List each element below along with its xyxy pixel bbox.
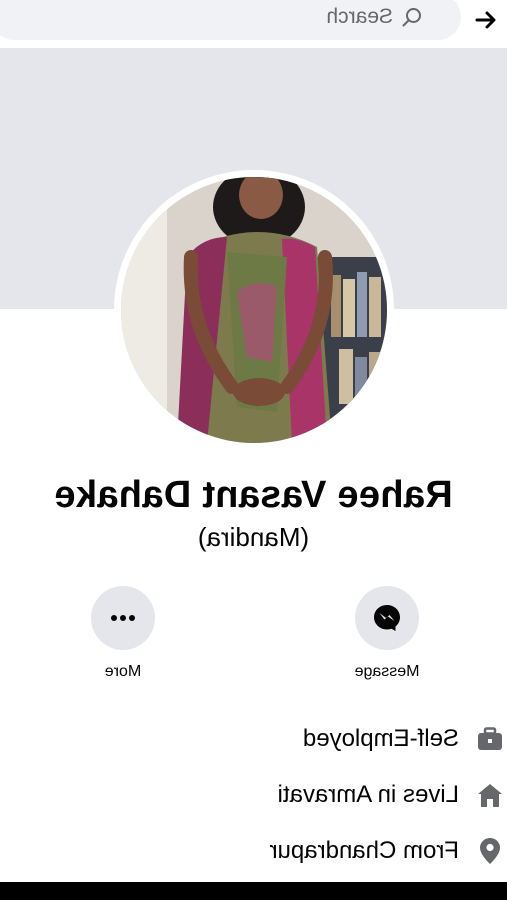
detail-from-text: From Chandrapur	[269, 837, 459, 864]
home-icon	[473, 778, 507, 812]
more-circle	[91, 586, 155, 650]
mirrored-screen: Search Message More Self-Employed Lives …	[0, 0, 507, 900]
detail-work: Self-Employed	[303, 719, 507, 759]
profile-alternate-name: (Mandira)	[197, 522, 310, 552]
more-label: More	[104, 663, 142, 680]
detail-from: From Chandrapur	[270, 831, 507, 871]
detail-lives-in-text: Lives in Amravati	[277, 781, 459, 808]
avatar[interactable]	[121, 177, 387, 443]
search-bar[interactable]: Search	[0, 0, 461, 40]
profile-page: Search Message More Self-Employed Lives …	[0, 0, 507, 900]
bottom-edge	[0, 882, 507, 900]
search-icon	[401, 6, 423, 28]
detail-lives-in: Lives in Amravati	[278, 775, 507, 815]
more-button[interactable]: More	[63, 586, 183, 681]
back-button[interactable]	[465, 0, 507, 40]
message-button[interactable]: Message	[327, 586, 447, 681]
detail-work-text: Self-Employed	[302, 725, 459, 752]
top-bar: Search	[0, 0, 507, 49]
messenger-icon	[374, 605, 400, 631]
message-label: Message	[354, 663, 420, 680]
message-circle	[355, 586, 419, 650]
profile-name: Rahee Vasant Dahake	[54, 474, 453, 516]
profile-photo	[121, 177, 387, 443]
arrow-left-icon	[475, 11, 496, 29]
location-pin-icon	[473, 834, 507, 868]
search-placeholder: Search	[326, 5, 393, 28]
more-dots-icon	[111, 615, 135, 621]
briefcase-icon	[473, 722, 507, 756]
